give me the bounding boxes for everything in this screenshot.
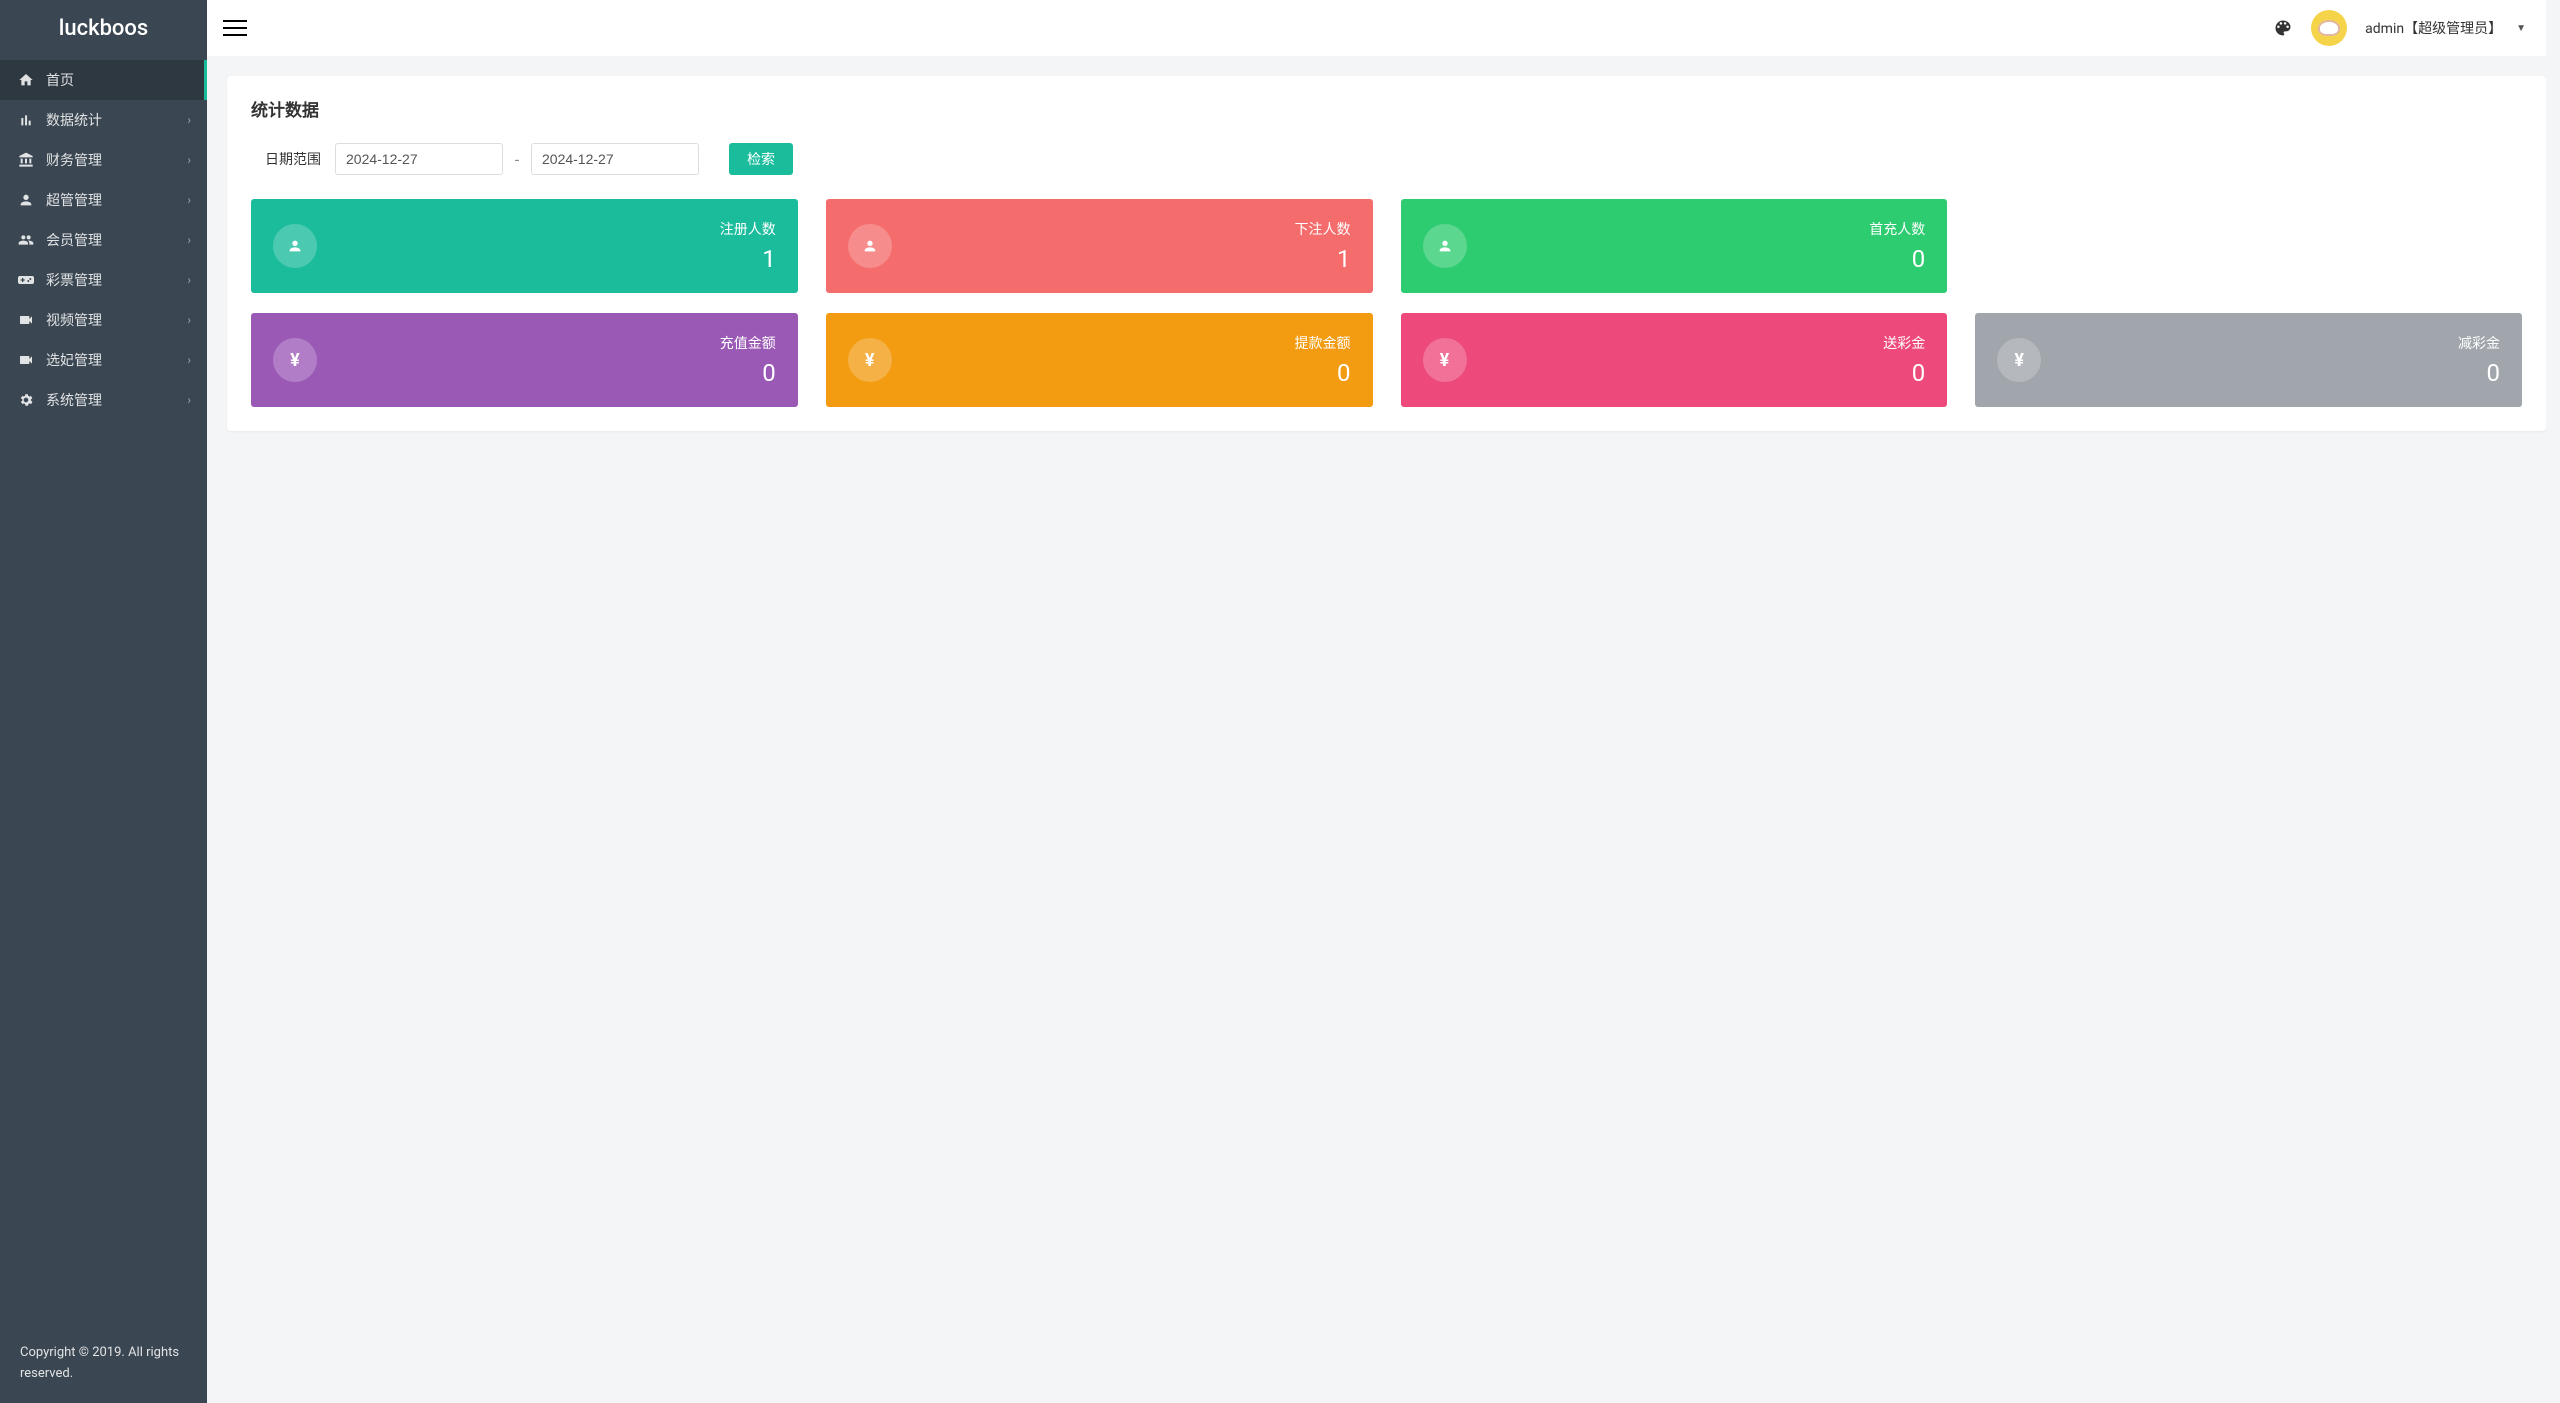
- person-icon: [848, 224, 892, 268]
- stats-row-1: 注册人数 1 下注人数 1 首充人数 0: [251, 199, 2522, 293]
- person-icon: [273, 224, 317, 268]
- row2-card-0: ¥ 充值金额 0: [251, 313, 798, 407]
- yen-icon: ¥: [1423, 338, 1467, 382]
- stat-label: 提款金额: [1295, 333, 1351, 353]
- chevron-down-icon[interactable]: ▼: [2516, 23, 2526, 34]
- stat-value: 0: [1883, 359, 1925, 387]
- chevron-right-icon: ›: [187, 353, 191, 367]
- nav-item-2[interactable]: 财务管理›: [0, 140, 207, 180]
- nav-label: 视频管理: [46, 310, 187, 330]
- person-icon: [16, 190, 36, 210]
- nav-label: 超管管理: [46, 190, 187, 210]
- video-icon: [16, 350, 36, 370]
- nav-label: 财务管理: [46, 150, 187, 170]
- stat-label: 送彩金: [1883, 333, 1925, 353]
- stat-label: 下注人数: [1295, 219, 1351, 239]
- yen-icon: ¥: [273, 338, 317, 382]
- bank-icon: [16, 150, 36, 170]
- people-icon: [16, 230, 36, 250]
- stat-value: 1: [1295, 245, 1351, 273]
- gear-icon: [16, 390, 36, 410]
- nav-label: 系统管理: [46, 390, 187, 410]
- nav-item-0[interactable]: 首页: [0, 60, 207, 100]
- stat-value: 1: [720, 245, 776, 273]
- yen-icon: ¥: [1997, 338, 2041, 382]
- bar-chart-icon: [16, 110, 36, 130]
- nav-item-5[interactable]: 彩票管理›: [0, 260, 207, 300]
- user-label[interactable]: admin【超级管理员】: [2365, 18, 2502, 38]
- sidebar-footer: Copyright © 2019. All rights reserved.: [0, 1325, 207, 1403]
- chevron-right-icon: ›: [187, 233, 191, 247]
- chevron-right-icon: ›: [187, 393, 191, 407]
- stat-label: 减彩金: [2458, 333, 2500, 353]
- date-from-input[interactable]: [335, 143, 503, 175]
- filter-label: 日期范围: [251, 149, 335, 169]
- nav-item-8[interactable]: 系统管理›: [0, 380, 207, 420]
- stat-value: 0: [1869, 245, 1925, 273]
- row1-card-2: 首充人数 0: [1401, 199, 1948, 293]
- chevron-right-icon: ›: [187, 193, 191, 207]
- nav-item-3[interactable]: 超管管理›: [0, 180, 207, 220]
- brand-title: luckboos: [0, 0, 207, 56]
- nav-item-4[interactable]: 会员管理›: [0, 220, 207, 260]
- date-separator: -: [503, 150, 531, 169]
- topbar: admin【超级管理员】 ▼: [207, 0, 2546, 56]
- person-icon: [1423, 224, 1467, 268]
- stat-value: 0: [720, 359, 776, 387]
- row1-card-0: 注册人数 1: [251, 199, 798, 293]
- nav-label: 会员管理: [46, 230, 187, 250]
- stat-value: 0: [2458, 359, 2500, 387]
- gamepad-icon: [16, 270, 36, 290]
- nav-menu: 首页数据统计›财务管理›超管管理›会员管理›彩票管理›视频管理›选妃管理›系统管…: [0, 56, 207, 1325]
- filter-row: 日期范围 - 检索: [251, 143, 2522, 175]
- menu-toggle-icon[interactable]: [223, 16, 247, 40]
- stat-label: 首充人数: [1869, 219, 1925, 239]
- stats-row-2: ¥ 充值金额 0 ¥ 提款金额 0 ¥ 送彩金 0 ¥ 减彩金 0: [251, 313, 2522, 407]
- nav-label: 首页: [46, 70, 191, 90]
- nav-label: 彩票管理: [46, 270, 187, 290]
- stat-label: 注册人数: [720, 219, 776, 239]
- search-button[interactable]: 检索: [729, 143, 793, 175]
- palette-icon[interactable]: [2273, 18, 2293, 38]
- nav-label: 选妃管理: [46, 350, 187, 370]
- row2-card-1: ¥ 提款金额 0: [826, 313, 1373, 407]
- content: 统计数据 日期范围 - 检索 注册人数 1 下注人数 1 首充人数 0 ¥ 充值金额 0 ¥ 提款…: [207, 56, 2546, 1403]
- row1-card-1: 下注人数 1: [826, 199, 1373, 293]
- row2-card-2: ¥ 送彩金 0: [1401, 313, 1948, 407]
- chevron-right-icon: ›: [187, 273, 191, 287]
- nav-label: 数据统计: [46, 110, 187, 130]
- sidebar: luckboos 首页数据统计›财务管理›超管管理›会员管理›彩票管理›视频管理…: [0, 0, 207, 1403]
- nav-item-6[interactable]: 视频管理›: [0, 300, 207, 340]
- avatar[interactable]: [2311, 10, 2347, 46]
- video-icon: [16, 310, 36, 330]
- nav-item-7[interactable]: 选妃管理›: [0, 340, 207, 380]
- stat-label: 充值金额: [720, 333, 776, 353]
- home-icon: [16, 70, 36, 90]
- chevron-right-icon: ›: [187, 313, 191, 327]
- chevron-right-icon: ›: [187, 153, 191, 167]
- stat-value: 0: [1295, 359, 1351, 387]
- nav-item-1[interactable]: 数据统计›: [0, 100, 207, 140]
- chevron-right-icon: ›: [187, 113, 191, 127]
- page-title: 统计数据: [251, 96, 2522, 121]
- main-area: admin【超级管理员】 ▼ 统计数据 日期范围 - 检索 注册人数 1 下注人数 1…: [207, 0, 2560, 1403]
- row2-card-3: ¥ 减彩金 0: [1975, 313, 2522, 407]
- date-to-input[interactable]: [531, 143, 699, 175]
- yen-icon: ¥: [848, 338, 892, 382]
- stats-panel: 统计数据 日期范围 - 检索 注册人数 1 下注人数 1 首充人数 0 ¥ 充值金额 0 ¥ 提款…: [227, 76, 2546, 431]
